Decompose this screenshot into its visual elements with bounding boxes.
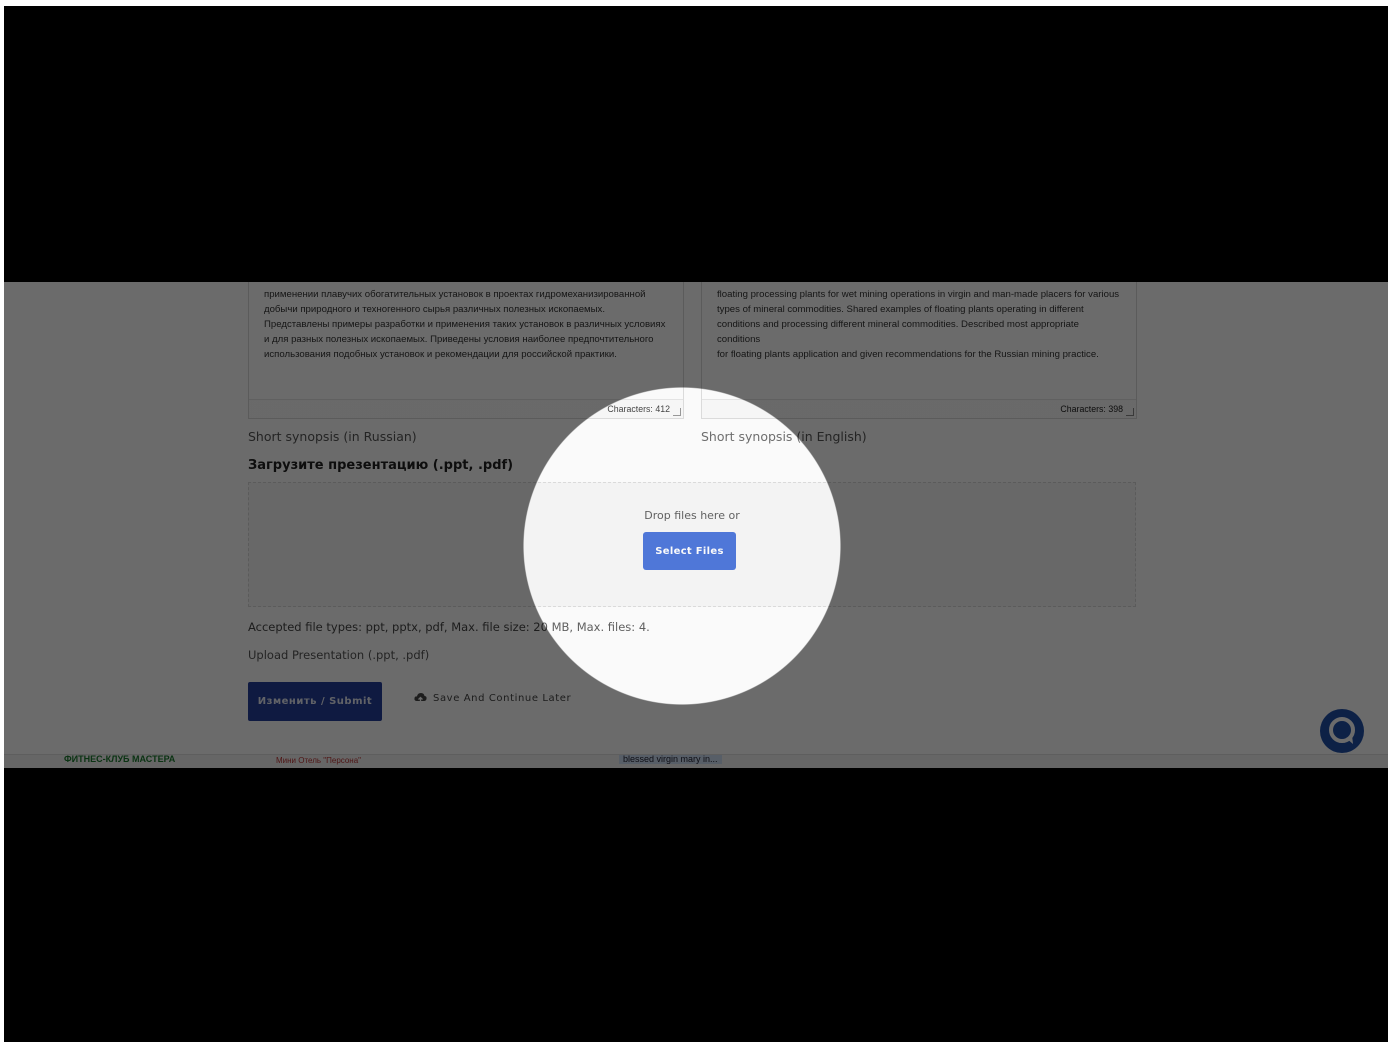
synopsis-english-description: Short synopsis (in English) (701, 429, 867, 444)
accepted-file-types-note: Accepted file types: ppt, pptx, pdf, Max… (248, 620, 650, 634)
synopsis-english-textarea[interactable]: floating processing plants for wet minin… (701, 282, 1137, 419)
ad-banner-strip[interactable]: ФИТНЕС-КЛУБ МАСТЕРА Мини Отель "Персона"… (4, 754, 1388, 768)
ad-item[interactable]: blessed virgin mary in... (619, 755, 722, 764)
synopsis-russian-textarea[interactable]: применении плавучих обогатительных устан… (248, 282, 684, 419)
chat-button[interactable] (1320, 709, 1364, 753)
letterbox-bottom (4, 768, 1388, 1042)
resize-handle-icon[interactable] (1126, 408, 1134, 416)
synopsis-russian-text: применении плавучих обогатительных устан… (264, 289, 666, 360)
form-page: применении плавучих обогатительных устан… (4, 282, 1388, 768)
synopsis-russian-description: Short synopsis (in Russian) (248, 429, 417, 444)
ad-item[interactable]: ФИТНЕС-КЛУБ МАСТЕРА (64, 755, 175, 764)
file-dropzone[interactable]: Drop files here or Select Files (248, 482, 1136, 607)
upload-presentation-description: Upload Presentation (.ppt, .pdf) (248, 648, 430, 662)
chat-bubble-icon (1329, 717, 1355, 744)
resize-handle-icon[interactable] (673, 408, 681, 416)
cloud-upload-icon (414, 692, 427, 704)
letterbox-top (4, 6, 1388, 282)
save-and-continue-later-link[interactable]: Save And Continue Later (414, 692, 571, 704)
upload-heading: Загрузите презентацию (.ppt, .pdf) (248, 458, 514, 473)
video-frame: применении плавучих обогатительных устан… (4, 6, 1388, 1042)
drop-files-text: Drop files here or (644, 509, 740, 522)
select-files-button[interactable]: Select Files (643, 532, 736, 570)
ad-item[interactable]: Мини Отель "Персона" (276, 756, 361, 765)
synopsis-english-text: floating processing plants for wet minin… (717, 289, 1120, 360)
character-counter: Characters: 398 (702, 399, 1136, 418)
character-counter: Characters: 412 (249, 399, 683, 418)
submit-button[interactable]: Изменить / Submit (248, 682, 382, 721)
save-and-continue-later-label: Save And Continue Later (433, 692, 572, 704)
